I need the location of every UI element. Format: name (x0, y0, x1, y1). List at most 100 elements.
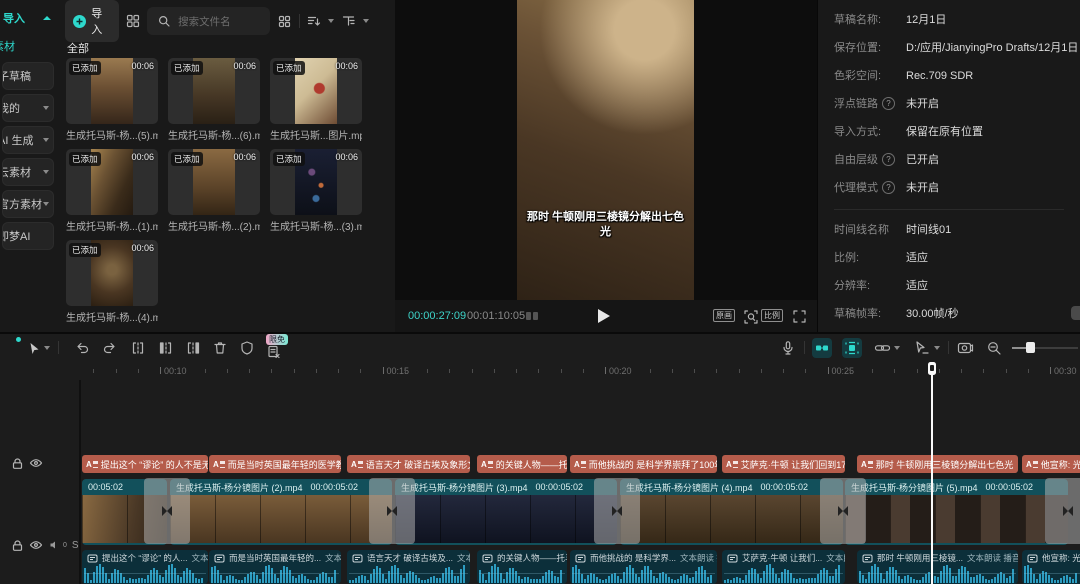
select-link-chevron-icon[interactable] (934, 346, 940, 350)
media-card[interactable]: 已添加00:06生成托马斯-杨...(6).mp4 (168, 58, 260, 142)
sidebar-item-jimeng-ai[interactable]: 即梦AI (2, 222, 54, 250)
filter-icon[interactable] (341, 12, 356, 30)
sidebar-item-cloud-material[interactable]: 云素材 (2, 158, 54, 186)
audio-clip[interactable]: 的关键人物——托马斯 (477, 550, 567, 584)
waveform-bar (934, 576, 936, 583)
compact-view-icon[interactable] (277, 12, 292, 30)
sort-icon[interactable] (307, 12, 322, 30)
video-clip[interactable]: 生成托马斯-杨分镜图片 (4).mp400:00:05:02 (620, 479, 843, 545)
text-clip-icon: A (481, 460, 493, 469)
eye-icon[interactable] (29, 538, 43, 552)
preview-axis-toggle-on[interactable] (842, 338, 862, 358)
snap-toggle-on[interactable] (812, 338, 832, 358)
delete-icon[interactable] (210, 338, 230, 358)
import-button[interactable]: 导入 (65, 0, 119, 42)
transition-icon[interactable] (594, 478, 640, 544)
link-toggle-icon[interactable] (872, 338, 892, 358)
media-card[interactable]: 已添加00:06生成托马斯-杨...(3).mp4 (270, 149, 362, 233)
audio-clip[interactable]: 他宣称: 光是 (1022, 550, 1080, 584)
filter-chevron-icon[interactable] (363, 19, 369, 23)
sidebar-item-mine[interactable]: 我的 (2, 94, 54, 122)
audio-clip[interactable]: 语言天才 破译古埃及...文本朗读 (347, 550, 470, 584)
sort-chevron-icon[interactable] (328, 19, 334, 23)
text-clip[interactable]: A他宣称: 光是 (1022, 455, 1080, 473)
waveform-bar (412, 572, 414, 583)
select-link-icon[interactable] (912, 338, 932, 358)
mask-shield-icon[interactable] (237, 338, 257, 358)
timeline-ruler[interactable]: 00:1000:1500:2000:2500:30 (0, 362, 1080, 380)
sidebar-item-import[interactable]: 导入 (0, 0, 57, 34)
zoom-slider-handle[interactable] (1026, 342, 1035, 353)
lock-icon[interactable] (10, 538, 24, 552)
sidebar-item-ai-generate[interactable]: AI 生成 (2, 126, 54, 154)
split-left-icon[interactable] (156, 338, 176, 358)
focus-zoom-icon[interactable] (743, 309, 759, 325)
sidebar-item-official-material[interactable]: 官方素材 (2, 190, 54, 218)
media-card[interactable]: 已添加00:06生成托马斯...图片.mp4 (270, 58, 362, 142)
volume-icon[interactable] (48, 538, 62, 552)
waveform-bar (539, 579, 541, 583)
ruler-major-tick (1050, 367, 1051, 374)
text-clip[interactable]: A那时 牛顿刚用三棱镜分解出七色光 (857, 455, 1018, 473)
play-button[interactable] (598, 309, 610, 323)
audio-clip[interactable]: 而他挑战的 是科学界...文本朗读 播音旁 (570, 550, 717, 584)
media-card[interactable]: 已添加00:06生成托马斯-杨...(5).mp4 (66, 58, 158, 142)
ratio-button[interactable]: 比例 (761, 309, 783, 322)
transition-icon[interactable] (369, 478, 415, 544)
media-card[interactable]: 已添加00:06生成托马斯-杨...(2).mp4 (168, 149, 260, 233)
cover-camera-icon[interactable] (955, 338, 975, 358)
grid-view-icon[interactable] (126, 12, 141, 30)
text-clip[interactable]: A而是当时英国最年轻的医学教授 (209, 455, 341, 473)
timeline-panel: 限免 00:1000:1500:2000:2500:30 (0, 332, 1080, 584)
media-card[interactable]: 已添加00:06生成托马斯-杨...(4).mp4 (66, 240, 158, 324)
fullscreen-icon[interactable] (792, 309, 807, 324)
text-clip[interactable]: A语言天才 破译古埃及象形文字 (347, 455, 470, 473)
lock-icon[interactable] (10, 456, 24, 470)
transition-icon[interactable] (820, 478, 866, 544)
audio-clip[interactable]: 艾萨克·牛顿 让我们...文本朗读 播 (722, 550, 845, 584)
text-clip[interactable]: A提出这个 “谬论” 的人不是无名 (82, 455, 208, 473)
playhead[interactable] (931, 362, 933, 584)
waveform-bar (832, 576, 834, 583)
eye-icon[interactable] (29, 456, 43, 470)
added-badge: 已添加 (171, 152, 203, 166)
sidebar-item-sub-draft[interactable]: 子草稿 (2, 62, 54, 90)
filter-tab-all[interactable]: 全部 (67, 40, 89, 56)
video-clip[interactable]: 生成托马斯-杨分镜图片 (2).mp400:00:05:02 (170, 479, 392, 545)
audio-clip[interactable]: 而是当时英国最年轻的...文本朗读 (209, 550, 341, 584)
original-quality-button[interactable]: 原画 (713, 309, 735, 322)
select-tool-chevron-icon[interactable] (44, 346, 50, 350)
text-clip[interactable]: A而他挑战的 是科学界崇拜了100年的神: (570, 455, 717, 473)
waveform-bar (784, 569, 786, 583)
split-right-icon[interactable] (183, 338, 203, 358)
media-card[interactable]: 已添加00:06生成托马斯-杨...(1).mp4 (66, 149, 158, 233)
video-clip[interactable]: 生成托马斯-杨分镜图片 (3).mp400:00:05:02 (395, 479, 617, 545)
video-clip[interactable]: 生成托马斯-杨分镜图片 (5).mp400:00:05:02 (845, 479, 1068, 545)
sidebar-item-material[interactable]: 素材 (0, 34, 57, 58)
audio-clip[interactable]: 提出这个 “谬论” 的人...文本朗 (82, 550, 208, 584)
link-toggle-chevron-icon[interactable] (894, 346, 900, 350)
text-to-speech-icon (214, 554, 225, 563)
partial-button[interactable] (1071, 306, 1080, 320)
transition-icon[interactable] (144, 478, 190, 544)
smart-text-edit-icon[interactable] (264, 342, 284, 362)
solo-button[interactable]: S (72, 540, 79, 551)
text-clip[interactable]: A艾萨克·牛顿 让我们回到17世纪 (722, 455, 845, 473)
text-clip[interactable]: A的关键人物——托马斯·杨 (477, 455, 567, 473)
search-input[interactable]: 搜索文件名 (147, 7, 270, 35)
zoom-out-icon[interactable] (984, 338, 1004, 358)
waveform-bar (976, 575, 978, 584)
video-preview[interactable]: 那时 牛顿刚用三棱镜分解出七色 光 (517, 0, 694, 300)
select-tool-icon[interactable] (24, 338, 44, 358)
split-icon[interactable] (128, 338, 148, 358)
microphone-icon[interactable] (778, 338, 798, 358)
lines-glyph (868, 461, 873, 468)
waveform-bar (102, 567, 104, 583)
ruler-minor-tick (538, 369, 539, 373)
transition-icon[interactable] (1045, 478, 1080, 544)
text-clip-label: 而是当时英国最年轻的医学教授 (228, 458, 341, 471)
undo-icon[interactable] (72, 338, 92, 358)
layers-icon[interactable] (525, 309, 540, 323)
redo-icon[interactable] (100, 338, 120, 358)
audio-clip[interactable]: 那时 牛顿刚用三棱镜...文本朗读 播音旁白 (857, 550, 1018, 584)
